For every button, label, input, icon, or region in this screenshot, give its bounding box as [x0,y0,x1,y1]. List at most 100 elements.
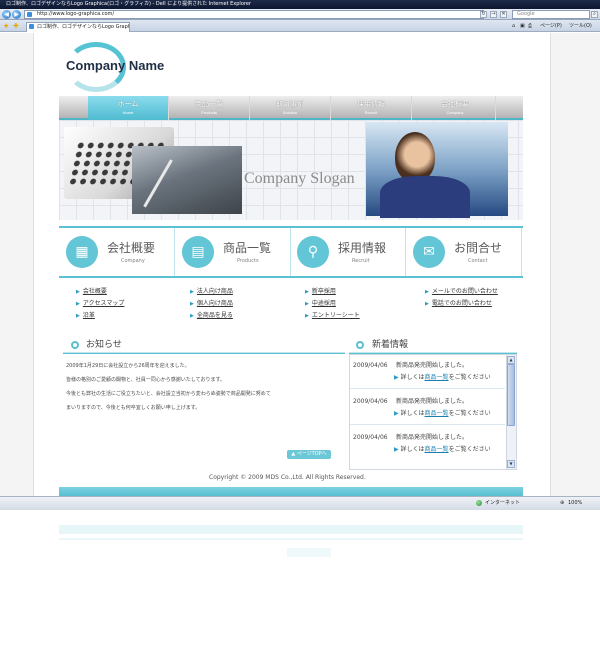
news-date: 2009/04/06 [353,398,388,405]
triangle-bullet-icon: ▶ [190,289,194,295]
products-link[interactable]: 商品一覧 [425,410,449,417]
tab-current[interactable]: ロゴ制作、ロゴデザインならLogo Graphica(ロ... [26,22,130,32]
category-link[interactable]: ▶ 会社概要 [76,288,107,296]
notice-line: 皆様の格別のご愛顧の賜物と、社員一同心から感謝いたしております。 [66,377,226,383]
category-link[interactable]: ▶ 法人向け商品 [190,288,233,296]
news-headline: 新商品発売開始しました。 [396,362,469,369]
triangle-bullet-icon: ▶ [190,313,194,319]
company-slogan: Company Slogan [244,170,355,187]
stop-icon[interactable]: ✕ [500,11,507,18]
category-link[interactable]: ▶ 個人向け商品 [190,300,233,308]
news-detail-suffix: をご覧ください [448,374,491,381]
site-favicon-icon [27,12,32,17]
triangle-bullet-icon: ▶ [76,313,80,319]
nav-item-label: 会社概要 [441,101,469,108]
category-link-label: 個人向け商品 [196,300,233,307]
refresh-icon[interactable]: ↻ [480,11,487,18]
triangle-bullet-icon: ▶ [425,289,429,295]
category-link[interactable]: ▶ 全商品を見る [190,312,233,320]
url-input[interactable]: http://www.logo-graphica.com/ [24,10,484,19]
category-link[interactable]: ▶ 沿革 [76,312,95,320]
scroll-down-icon[interactable]: ▼ [507,460,515,468]
triangle-bullet-icon: ▶ [305,301,309,307]
zoom-icon[interactable]: ⊕ [560,498,564,508]
category-link-label: 全商品を見る [196,312,233,319]
search-icon[interactable]: ⌕ [591,11,598,18]
page-top-button[interactable]: ▲ ページTOPへ [287,450,331,459]
nav-item-products[interactable]: 商品一覧 Products [169,96,250,120]
forward-icon[interactable]: ▶ [12,10,21,19]
nav-item-sublabel: Company [446,110,464,115]
notice-line: 2009年1月29日に会社設立から26周年を迎えました。 [66,363,190,369]
category-link-label: 法人向け商品 [196,288,233,295]
news-separator [350,424,505,425]
news-separator [350,388,505,389]
feed-icon[interactable]: ▣ [520,22,525,31]
nav-item-recruit[interactable]: 採用情報 Recruit [331,96,412,120]
category-link-label: メールでのお問い合わせ [431,288,498,295]
category-link[interactable]: ▶ エントリーシート [305,312,360,320]
category-link[interactable]: ▶ 新卒採用 [305,288,336,296]
building-icon: ▦ [66,236,98,268]
category-link-label: エントリーシート [311,312,360,319]
news-detail: ▶ 詳しくは商品一覧をご覧ください [394,445,491,454]
zoom-level[interactable]: 100% [568,498,582,508]
nav-item-home[interactable]: ホーム Home [88,96,169,120]
category-title: 会社概要 [107,241,156,255]
nav-item-sublabel: Products [201,110,217,115]
copyright-text: Copyright © 2009 MDS Co.,Ltd. All Rights… [209,474,366,481]
catalog-icon: ▤ [182,236,214,268]
category-link[interactable]: ▶ メールでのお問い合わせ [425,288,498,296]
notice-line: まいりますので、今後とも何卒宜しくお願い申し上げます。 [66,405,201,411]
news-detail-prefix: 詳しくは [400,374,425,381]
category-link-label: 中途採用 [311,300,336,307]
go-icon[interactable]: → [490,11,497,18]
news-detail-prefix: 詳しくは [400,446,425,453]
category-link-label: 沿革 [82,312,95,319]
favorites-star-icon[interactable]: ★ [3,22,9,31]
screen: ロゴ制作、ロゴデザインならLogo Graphica(ロゴ・グラフィカ) - D… [0,0,600,660]
notice-title: お知らせ [86,340,122,350]
news-detail-suffix: をご覧ください [448,446,491,453]
category-subtitle: Company [121,258,145,264]
notice-divider [63,352,345,354]
products-link[interactable]: 商品一覧 [425,374,449,381]
footer-bar [59,487,523,496]
scroll-thumb[interactable] [507,364,515,426]
page-menu[interactable]: ページ(P) [540,22,562,31]
triangle-bullet-icon: ▶ [190,301,194,307]
products-link[interactable]: 商品一覧 [425,446,449,453]
news-detail: ▶ 詳しくは商品一覧をご覧ください [394,409,491,418]
tab-favicon-icon [29,24,34,29]
mail-icon: ✉ [413,236,445,268]
nav-item-company[interactable]: 会社概要 Company [415,96,496,120]
news-bullet-icon [356,341,364,349]
news-headline: 新商品発売開始しました。 [396,398,469,405]
triangle-bullet-icon: ▶ [425,301,429,307]
category-link-label: 電話でのお問い合わせ [431,300,492,307]
search-input[interactable]: Google [512,10,590,19]
company-logo[interactable]: Company Name [66,58,164,73]
news-date: 2009/04/06 [353,434,388,441]
scroll-up-icon[interactable]: ▲ [507,356,515,364]
category-link[interactable]: ▶ アクセスマップ [76,300,124,308]
photo-person-body [380,176,470,218]
category-link[interactable]: ▶ 中途採用 [305,300,336,308]
news-detail-prefix: 詳しくは [400,410,425,417]
nav-item-label: ホーム [117,101,139,108]
news-detail-suffix: をご覧ください [448,410,491,417]
add-favorite-icon[interactable]: ✚ [13,22,19,31]
news-date: 2009/04/06 [353,362,388,369]
tools-menu[interactable]: ツール(O) [569,22,592,31]
category-link[interactable]: ▶ 電話でのお問い合わせ [425,300,492,308]
triangle-bullet-icon: ▶ [305,289,309,295]
category-link-label: アクセスマップ [82,300,125,307]
home-icon[interactable]: ⌂ [512,22,515,31]
news-title: 新着情報 [372,340,409,350]
back-icon[interactable]: ◀ [2,10,11,19]
news-headline: 新商品発売開始しました。 [396,434,469,441]
nav-item-solution[interactable]: 取引事例 Solution [250,96,331,120]
nav-item-label: 採用情報 [357,101,385,108]
category-subtitle: Recruit [352,258,370,264]
print-icon[interactable]: ⎙ [528,22,532,31]
